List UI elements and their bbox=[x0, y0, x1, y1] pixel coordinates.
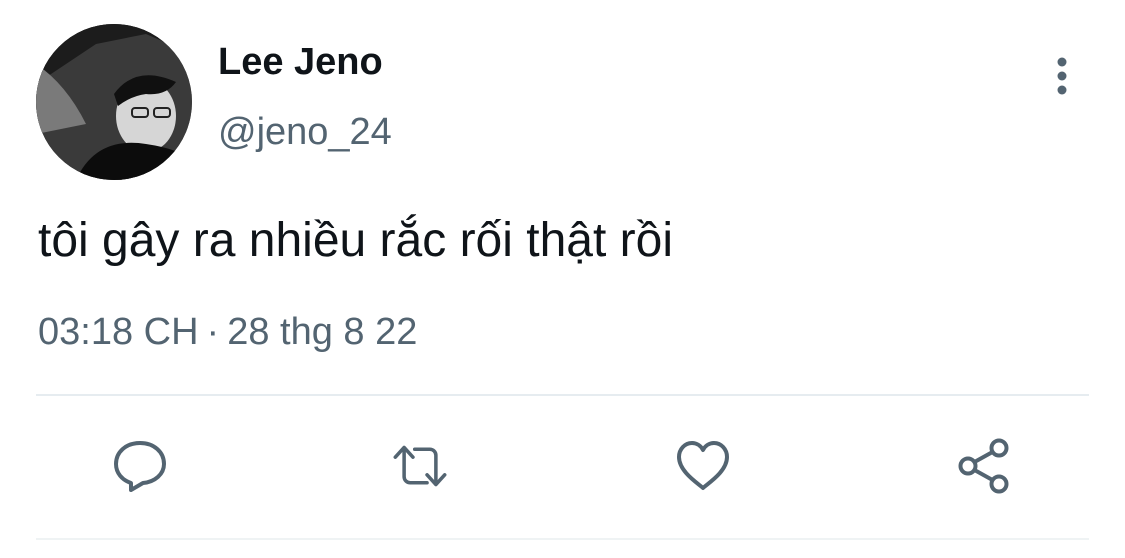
more-options-button[interactable] bbox=[1040, 54, 1084, 98]
profile-photo-icon bbox=[36, 24, 192, 180]
tweet-timestamp[interactable]: 03:18 CH · 28 thg 8 22 bbox=[38, 310, 417, 354]
bottom-divider bbox=[36, 538, 1089, 540]
share-button[interactable] bbox=[954, 436, 1014, 496]
retweet-icon bbox=[393, 445, 447, 487]
author-display-name[interactable]: Lee Jeno bbox=[218, 40, 383, 84]
heart-icon bbox=[677, 441, 729, 490]
author-handle[interactable]: @jeno_24 bbox=[218, 110, 392, 154]
tweet-time: 03:18 CH bbox=[38, 311, 199, 353]
reply-button[interactable] bbox=[110, 436, 170, 496]
retweet-button[interactable] bbox=[390, 436, 450, 496]
tweet-text: tôi gây ra nhiều rắc rối thật rồi bbox=[38, 214, 673, 267]
share-icon bbox=[958, 438, 1009, 494]
divider bbox=[36, 394, 1089, 396]
more-vertical-icon bbox=[1057, 57, 1067, 95]
like-button[interactable] bbox=[673, 436, 733, 496]
meta-separator: · bbox=[206, 311, 220, 353]
avatar[interactable] bbox=[36, 24, 192, 180]
tweet-card: Lee Jeno @jeno_24 tôi gây ra nhiều rắc r… bbox=[0, 0, 1125, 558]
reply-icon bbox=[114, 441, 166, 492]
tweet-date: 28 thg 8 22 bbox=[227, 311, 418, 353]
